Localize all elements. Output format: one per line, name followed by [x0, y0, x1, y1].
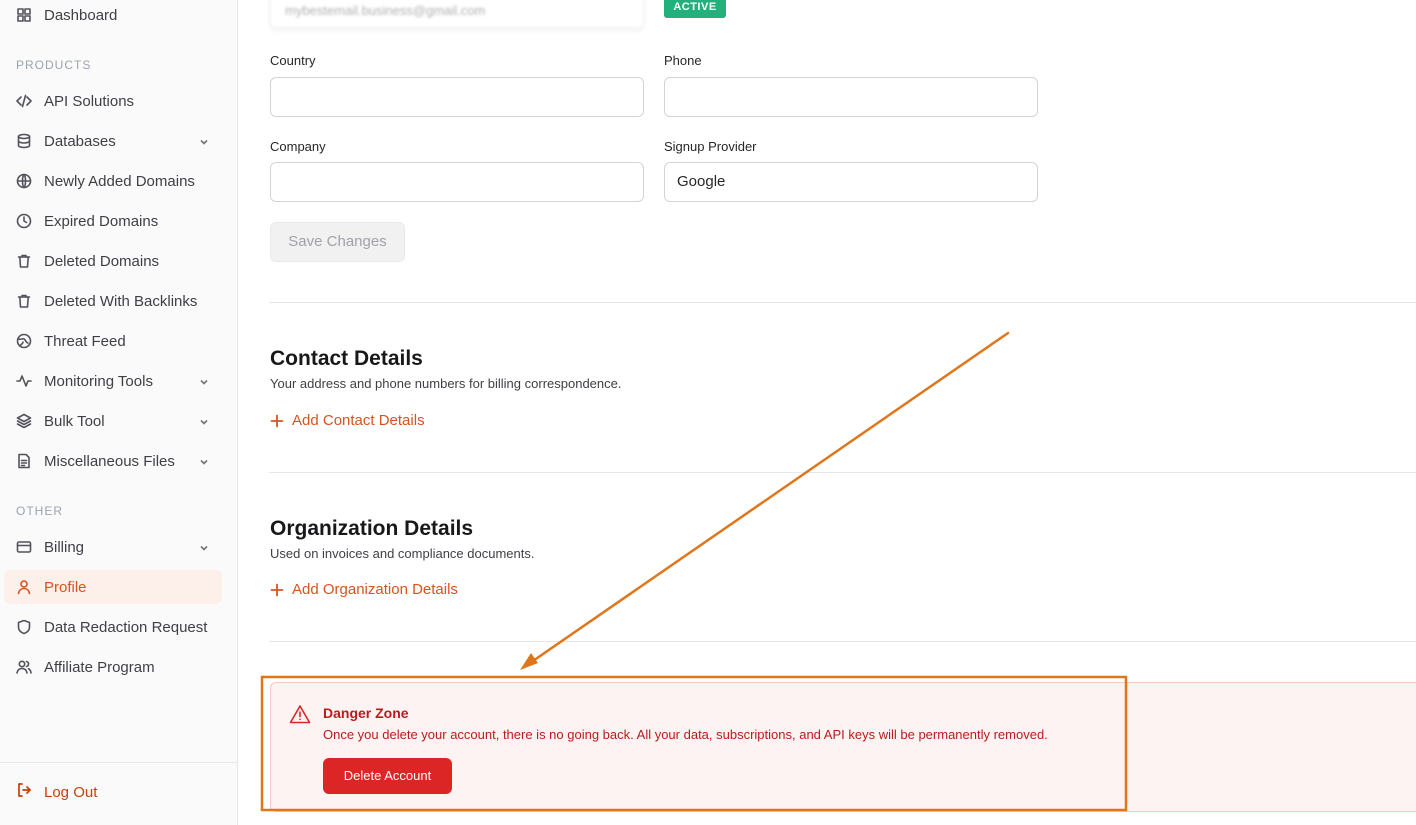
add-contact-details-link[interactable]: Add Contact Details — [270, 412, 425, 429]
sidebar-item-label: Billing — [44, 538, 85, 556]
trash-icon — [16, 293, 32, 309]
sidebar-item-threat-feed[interactable]: Threat Feed — [4, 324, 222, 358]
company-field[interactable] — [270, 162, 644, 202]
database-icon — [16, 133, 32, 149]
trash-icon — [16, 253, 32, 269]
sidebar-item-expired-domains[interactable]: Expired Domains — [4, 204, 222, 238]
email-field[interactable]: mybestemail.business@gmail.com — [270, 0, 644, 28]
sidebar-item-label: Dashboard — [44, 6, 118, 24]
divider — [269, 302, 1416, 303]
sidebar-item-dashboard[interactable]: Dashboard — [4, 0, 222, 32]
sidebar-divider — [0, 762, 238, 763]
section-label-other: OTHER — [16, 504, 63, 518]
sidebar-item-label: Bulk Tool — [44, 412, 105, 430]
add-organization-details-link[interactable]: Add Organization Details — [270, 581, 458, 598]
add-contact-details-label: Add Contact Details — [292, 412, 425, 429]
organization-details-subtitle: Used on invoices and compliance document… — [270, 546, 535, 561]
sidebar-item-deleted-with-backlinks[interactable]: Deleted With Backlinks — [4, 284, 222, 318]
chevron-down-icon — [198, 541, 210, 553]
sidebar-item-label: Deleted Domains — [44, 252, 160, 270]
credit-card-icon — [16, 539, 32, 555]
sidebar-item-label: Monitoring Tools — [44, 372, 153, 390]
sidebar-item-databases[interactable]: Databases — [4, 124, 222, 158]
delete-account-button[interactable]: Delete Account — [323, 758, 452, 794]
sidebar-item-label: Profile — [44, 578, 87, 596]
sidebar-item-label: Expired Domains — [44, 212, 159, 230]
code-icon — [16, 93, 32, 109]
chevron-down-icon — [198, 455, 210, 467]
phone-label: Phone — [664, 53, 702, 68]
clock-icon — [16, 213, 32, 229]
chevron-down-icon — [198, 135, 210, 147]
shield-icon — [16, 619, 32, 635]
logout-button[interactable]: Log Out — [16, 782, 97, 802]
sidebar-item-newly-added-domains[interactable]: Newly Added Domains — [4, 164, 222, 198]
globe-icon — [16, 173, 32, 189]
company-label: Company — [270, 139, 326, 154]
chevron-down-icon — [198, 415, 210, 427]
sidebar-item-profile[interactable]: Profile — [4, 570, 222, 604]
divider — [269, 641, 1416, 642]
organization-details-title: Organization Details — [270, 517, 474, 540]
globe-icon — [16, 333, 32, 349]
layers-icon — [16, 413, 32, 429]
danger-zone-title: Danger Zone — [323, 705, 409, 721]
user-icon — [16, 579, 32, 595]
sidebar-item-deleted-domains[interactable]: Deleted Domains — [4, 244, 222, 278]
country-field[interactable] — [270, 77, 644, 117]
sidebar-item-label: Newly Added Domains — [44, 172, 195, 190]
contact-details-title: Contact Details — [270, 347, 423, 370]
save-changes-button[interactable]: Save Changes — [270, 222, 405, 262]
sidebar-item-label: API Solutions — [44, 92, 135, 110]
sidebar-item-label: Deleted With Backlinks — [44, 292, 198, 310]
file-icon — [16, 453, 32, 469]
signup-provider-field[interactable]: Google — [664, 162, 1038, 202]
sidebar-item-billing[interactable]: Billing — [4, 530, 222, 564]
sidebar-item-miscellaneous-files[interactable]: Miscellaneous Files — [4, 444, 222, 478]
plus-icon — [270, 583, 284, 597]
danger-zone-text: Once you delete your account, there is n… — [323, 727, 1048, 742]
sidebar-item-label: Databases — [44, 132, 116, 150]
contact-details-subtitle: Your address and phone numbers for billi… — [270, 376, 622, 391]
status-badge: ACTIVE — [664, 0, 726, 18]
plus-icon — [270, 414, 284, 428]
signup-provider-label: Signup Provider — [664, 139, 757, 154]
sidebar-item-data-redaction-request[interactable]: Data Redaction Request — [4, 610, 222, 644]
chevron-down-icon — [198, 375, 210, 387]
logout-icon — [16, 782, 44, 802]
country-label: Country — [270, 53, 316, 68]
sidebar-item-label: Affiliate Program — [44, 658, 155, 676]
sidebar-item-label: Miscellaneous Files — [44, 452, 175, 470]
add-organization-details-label: Add Organization Details — [292, 581, 458, 598]
sidebar-item-monitoring-tools[interactable]: Monitoring Tools — [4, 364, 222, 398]
users-icon — [16, 659, 32, 675]
logout-label: Log Out — [44, 783, 98, 801]
phone-field[interactable] — [664, 77, 1038, 117]
sidebar: Dashboard PRODUCTS API Solutions Databas… — [0, 0, 238, 825]
sidebar-item-affiliate-program[interactable]: Affiliate Program — [4, 650, 222, 684]
section-label-products: PRODUCTS — [16, 58, 92, 72]
sidebar-item-bulk-tool[interactable]: Bulk Tool — [4, 404, 222, 438]
activity-icon — [16, 373, 32, 389]
main-content: mybestemail.business@gmail.com ACTIVE Co… — [238, 0, 1416, 825]
sidebar-item-label: Threat Feed — [44, 332, 126, 350]
grid-icon — [16, 7, 32, 23]
sidebar-item-api-solutions[interactable]: API Solutions — [4, 84, 222, 118]
sidebar-item-label: Data Redaction Request — [44, 618, 208, 636]
warning-icon — [289, 704, 311, 724]
divider — [269, 472, 1416, 473]
